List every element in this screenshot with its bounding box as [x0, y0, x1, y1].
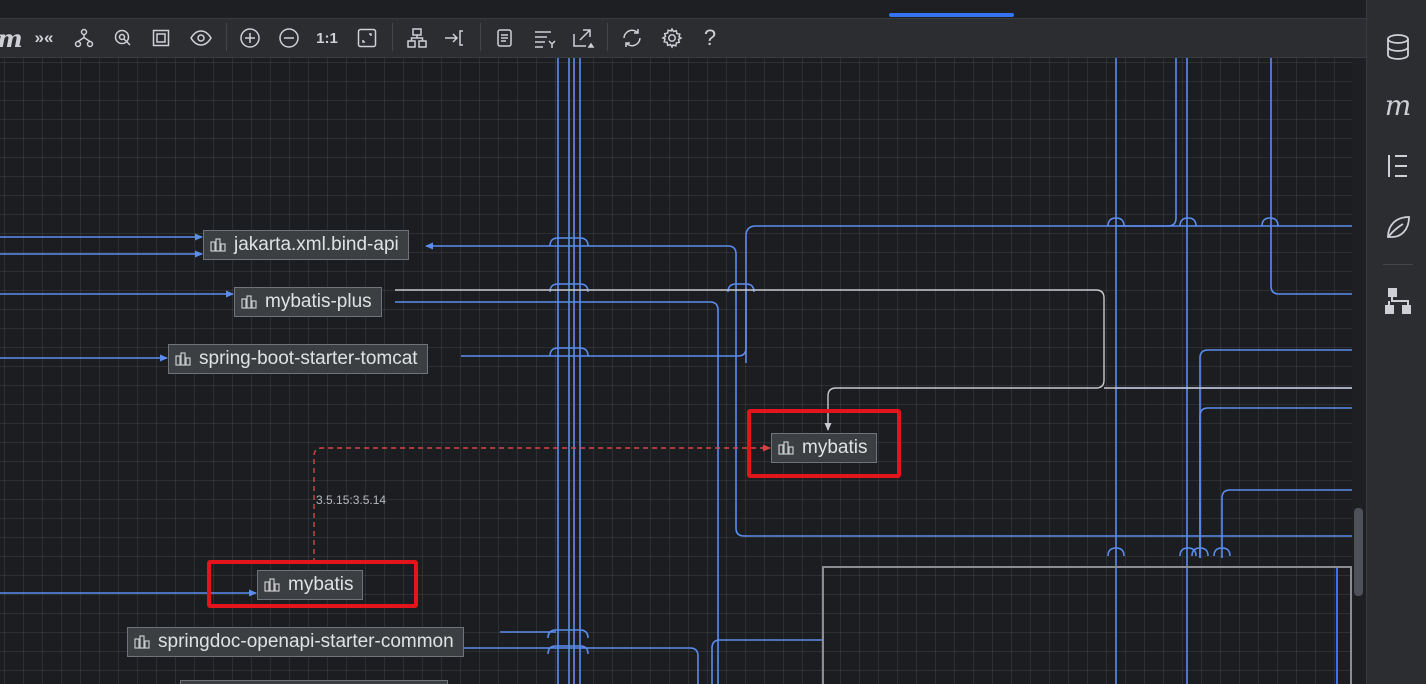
maven-artifact-icon	[241, 295, 257, 309]
maven-icon-label: m	[1384, 88, 1412, 122]
layout-tree-icon	[407, 28, 427, 48]
zoom-out-icon	[279, 28, 299, 48]
help-button[interactable]: ?	[694, 22, 726, 54]
active-tab-indicator	[889, 13, 1014, 17]
copy-button[interactable]	[489, 22, 521, 54]
scrollbar-thumb[interactable]	[1354, 508, 1363, 596]
help-label: ?	[703, 25, 717, 50]
dependency-node[interactable]: springdoc-openapi-starter-common	[127, 627, 464, 657]
vertical-scrollbar[interactable]	[1352, 58, 1366, 684]
fit-page-icon	[357, 28, 377, 48]
highlight-box	[207, 560, 418, 608]
layout-button[interactable]	[401, 22, 433, 54]
zoom-in-icon	[240, 28, 260, 48]
toolbar-separator	[392, 23, 393, 51]
expand-collapse-button[interactable]: »«	[28, 22, 60, 54]
arrow-to-bracket-icon	[445, 30, 463, 46]
leaf-icon[interactable]	[1381, 210, 1415, 244]
actual-size-label: 1:1	[316, 29, 338, 47]
export-button[interactable]	[567, 22, 599, 54]
diagram-toolbar: m »« 1:1 ?	[0, 19, 1366, 58]
selected-group-node[interactable]	[822, 566, 1352, 684]
node-label: mybatis-plus	[265, 291, 372, 312]
version-conflict-label: 3.5.15:3.5.14	[316, 493, 387, 507]
document-copy-icon	[497, 29, 512, 47]
node-label: springdoc-openapi-starter-common	[158, 631, 454, 652]
diagram-icon[interactable]	[1381, 284, 1415, 318]
toolbar-separator	[480, 23, 481, 51]
fit-page-button[interactable]	[351, 22, 383, 54]
dependency-diagram-canvas[interactable]: jakarta.xml.bind-api mybatis-plus spring…	[0, 58, 1352, 684]
group-edge-line	[1336, 568, 1338, 684]
export-icon	[573, 29, 595, 48]
node-label: spring-boot-starter-tomcat	[199, 348, 418, 369]
right-tool-window-bar: m	[1366, 0, 1426, 684]
zoom-in-button[interactable]	[234, 22, 266, 54]
list-filter-icon	[535, 31, 556, 48]
target-cursor-icon	[114, 29, 131, 46]
editor-tab-strip	[0, 0, 1366, 19]
toolbar-separator	[607, 23, 608, 51]
maven-icon[interactable]: m	[1381, 88, 1415, 122]
structure-icon[interactable]	[1381, 149, 1415, 183]
eye-icon	[190, 30, 212, 46]
visibility-button[interactable]	[185, 22, 217, 54]
fit-content-button[interactable]	[145, 22, 177, 54]
maven-artifact-icon	[175, 352, 191, 366]
node-label: jakarta.xml.bind-api	[234, 234, 399, 255]
dependency-node[interactable]: jakarta.xml.bind-api	[203, 230, 409, 260]
database-icon[interactable]	[1381, 30, 1415, 64]
refresh-button[interactable]	[616, 22, 648, 54]
toolbar-separator	[1383, 264, 1413, 265]
refresh-icon	[623, 29, 641, 47]
maven-artifact-icon	[134, 635, 150, 649]
route-edges-button[interactable]	[439, 22, 471, 54]
maven-artifact-icon	[210, 238, 226, 252]
hierarchy-icon	[74, 28, 94, 48]
highlight-box	[747, 409, 901, 478]
zoom-out-button[interactable]	[273, 22, 305, 54]
show-dependencies-button[interactable]	[68, 22, 100, 54]
select-button[interactable]	[107, 22, 139, 54]
expand-collapse-label: »«	[34, 28, 54, 47]
dependency-node-partial[interactable]	[180, 680, 448, 684]
gear-icon	[661, 27, 683, 49]
fit-content-icon	[152, 29, 170, 47]
filter-button[interactable]	[529, 22, 561, 54]
toolbar-separator	[226, 23, 227, 51]
dependency-node[interactable]: spring-boot-starter-tomcat	[168, 344, 428, 374]
maven-logo-button[interactable]: m	[0, 22, 26, 54]
dependency-node[interactable]: mybatis-plus	[234, 287, 382, 317]
settings-button[interactable]	[656, 22, 688, 54]
actual-size-button[interactable]: 1:1	[311, 22, 343, 54]
maven-logo-label: m	[0, 24, 23, 53]
